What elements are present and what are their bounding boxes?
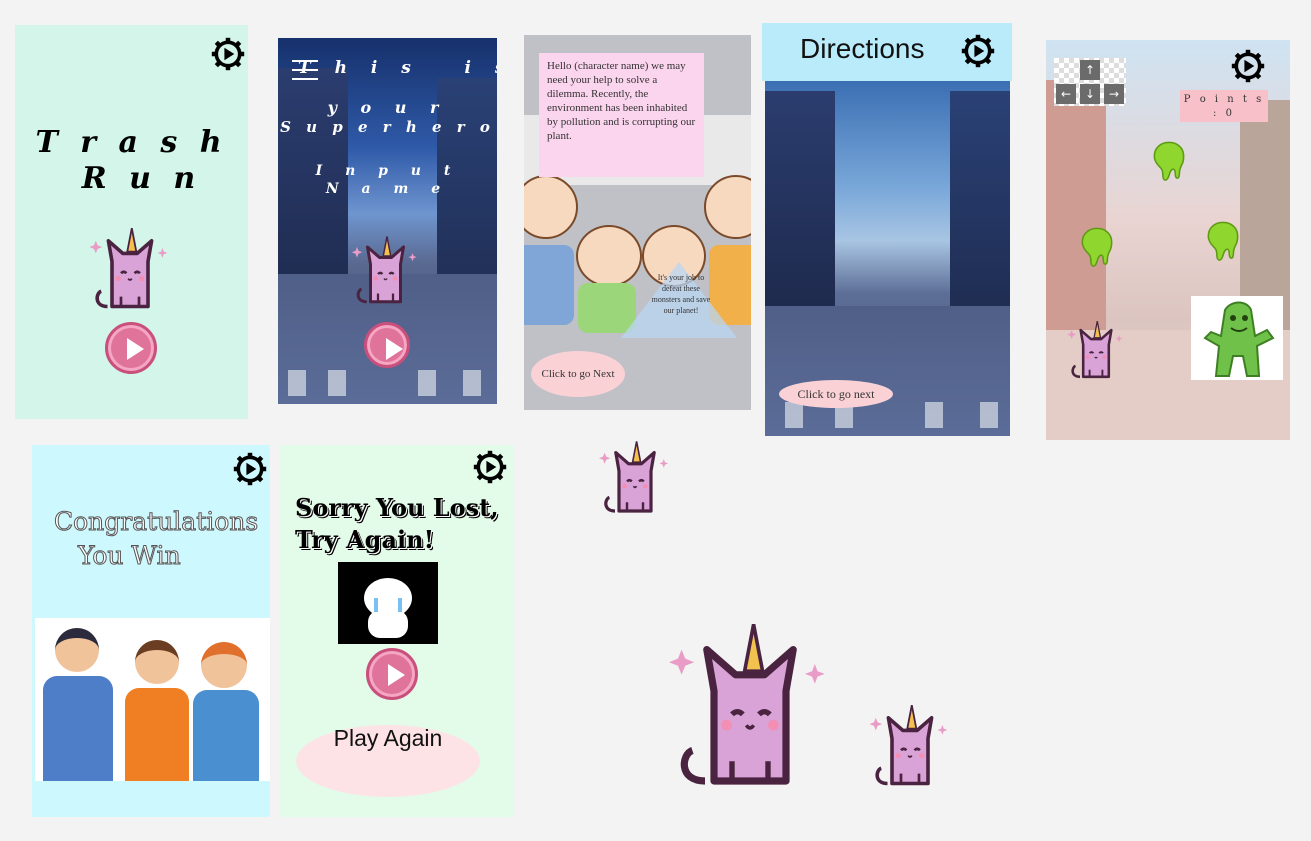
win-screen: Congratulations You Win xyxy=(32,445,270,817)
celebrating-people-image xyxy=(35,618,270,781)
crying-cat-image xyxy=(338,562,438,644)
gear-icon[interactable] xyxy=(1230,48,1266,84)
arrow-up-icon[interactable]: ↑ xyxy=(1080,60,1100,80)
headline-line1: T h i s i s xyxy=(298,58,497,78)
game-screen: ↑ ← ↓ → P o i n t s : 0 xyxy=(1046,40,1290,440)
directions-title: Directions xyxy=(800,33,925,64)
arrow-right-icon[interactable]: → xyxy=(1104,84,1124,104)
gear-icon[interactable] xyxy=(232,451,268,487)
name-input-label2[interactable]: N a m e xyxy=(278,181,497,197)
next-button[interactable]: Click to go Next xyxy=(531,351,625,397)
mission-overlay: It's your job to defeat these monsters a… xyxy=(619,260,739,340)
name-input-label1[interactable]: I n p u t xyxy=(278,163,497,179)
gear-icon[interactable] xyxy=(210,36,246,72)
next-button[interactable]: Click to go next xyxy=(779,380,893,408)
gear-icon[interactable] xyxy=(472,449,508,485)
pollution-monster xyxy=(1191,296,1283,380)
story-screen: Hello (character name) we may need your … xyxy=(524,35,751,410)
headline-line2: y o u r xyxy=(327,98,448,117)
name-entry-screen: T h i s i s y o u r S u p e r h e r o I … xyxy=(278,38,497,404)
slime-enemy xyxy=(1202,212,1244,264)
mission-overlay-text: It's your job to defeat these monsters a… xyxy=(651,273,711,315)
play-button[interactable] xyxy=(364,322,410,368)
arrow-down-icon[interactable]: ↓ xyxy=(1080,84,1100,104)
game-title-line2: R u n xyxy=(81,161,202,196)
unicorn-cat-sprite-medium xyxy=(865,698,955,788)
lose-title-line1: Sorry You Lost, xyxy=(295,493,499,522)
win-title-line2: You Win xyxy=(78,541,182,571)
unicorn-cat-sprite-small xyxy=(595,435,675,515)
arrow-keys-pad: ↑ ← ↓ → xyxy=(1054,58,1126,106)
play-again-button[interactable]: Play Again xyxy=(296,725,480,797)
unicorn-cat-mascot xyxy=(85,221,175,311)
lose-title-line2: Try Again! xyxy=(295,525,435,554)
story-message-box: Hello (character name) we may need your … xyxy=(539,53,704,177)
game-title-line1: T r a s h xyxy=(35,125,228,160)
directions-header: Directions xyxy=(762,23,1012,81)
title-screen: T r a s h R u n xyxy=(15,25,248,419)
directions-screen: Directions Click to go next xyxy=(762,23,1012,436)
unicorn-cat-sprite-large xyxy=(660,610,840,790)
unicorn-cat-mascot xyxy=(348,228,423,308)
points-label: P o i n t s xyxy=(1183,94,1265,105)
unicorn-cat-player xyxy=(1064,310,1128,386)
slime-enemy xyxy=(1148,132,1190,184)
play-button[interactable] xyxy=(105,322,157,374)
lose-screen: Sorry You Lost, Try Again! Play Again xyxy=(280,445,514,817)
play-button[interactable] xyxy=(366,648,418,700)
gear-icon[interactable] xyxy=(960,33,996,69)
points-display: P o i n t s : 0 xyxy=(1180,90,1268,122)
arrow-left-icon[interactable]: ← xyxy=(1056,84,1076,104)
win-title-line1: Congratulations xyxy=(53,507,259,537)
next-button-label: Click to go next xyxy=(797,387,875,401)
next-button-label: Click to go Next xyxy=(541,368,615,380)
slime-enemy xyxy=(1076,218,1118,270)
play-again-label: Play Again xyxy=(333,725,443,751)
points-value: : 0 xyxy=(1213,108,1235,119)
headline-line3: S u p e r h e r o xyxy=(280,118,495,136)
story-message-text: Hello (character name) we may need your … xyxy=(547,60,696,142)
